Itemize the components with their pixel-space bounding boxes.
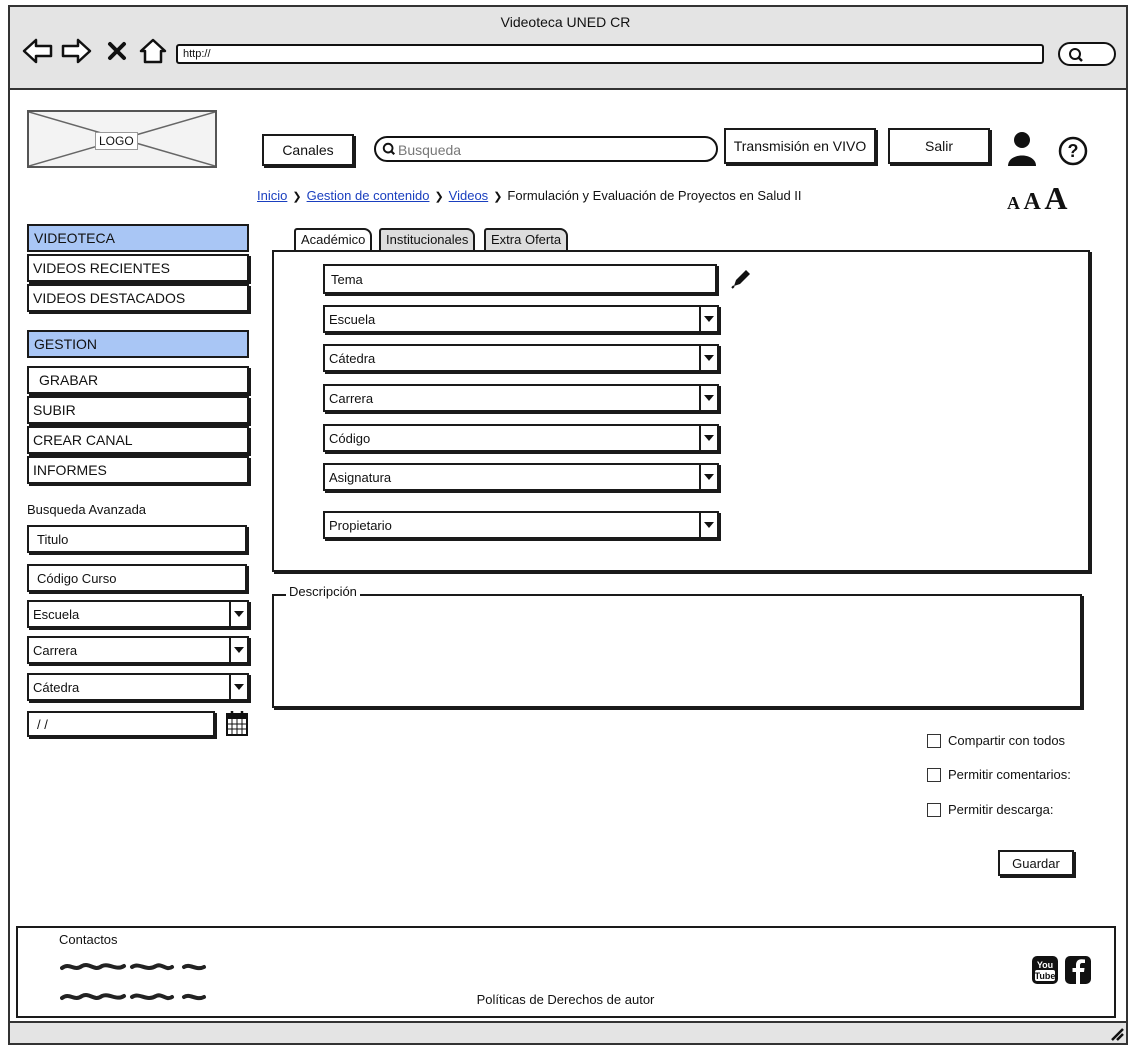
url-field[interactable]: http:// <box>176 44 1044 64</box>
contact-scribble <box>60 963 206 971</box>
tab-extra-oferta[interactable]: Extra Oferta <box>484 228 569 252</box>
chevron-down-icon <box>699 513 717 537</box>
breadcrumb: Inicio ❯ Gestion de contenido ❯ Videos ❯ Formu… <box>257 188 802 203</box>
facebook-icon[interactable] <box>1064 955 1092 985</box>
comentarios-label: Permitir comentarios: <box>948 767 1071 782</box>
calendar-icon[interactable] <box>225 709 249 737</box>
breadcrumb-inicio[interactable]: Inicio <box>257 188 287 203</box>
date-input[interactable]: / / <box>27 711 215 737</box>
chevron-down-icon <box>699 426 717 450</box>
youtube-icon[interactable]: You Tube <box>1031 955 1059 985</box>
logo-label: LOGO <box>95 132 138 150</box>
chevron-down-icon <box>229 602 247 626</box>
advanced-search-title: Busqueda Avanzada <box>27 502 147 517</box>
form-carrera-select[interactable]: Carrera <box>323 384 719 412</box>
form-asignatura-label: Asignatura <box>329 470 392 485</box>
chevron-right-icon: ❯ <box>292 191 302 203</box>
salir-button[interactable]: Salir <box>888 128 990 164</box>
stop-icon[interactable] <box>106 38 128 64</box>
font-small-button[interactable]: A <box>1007 193 1020 213</box>
politicas-link[interactable]: Políticas de Derechos de autor <box>0 992 1131 1007</box>
svg-text:?: ? <box>1068 141 1079 161</box>
form-propietario-select[interactable]: Propietario <box>323 511 719 539</box>
comentarios-checkbox[interactable] <box>927 768 941 782</box>
form-carrera-label: Carrera <box>329 391 374 406</box>
home-icon[interactable] <box>138 38 168 64</box>
form-catedra-label: Cátedra <box>329 351 376 366</box>
chevron-down-icon <box>699 346 717 370</box>
browser-search[interactable] <box>1058 42 1116 66</box>
tema-input[interactable]: Tema <box>323 264 717 294</box>
descarga-label: Permitir descarga: <box>948 802 1054 817</box>
font-size-controls: A A A <box>1007 180 1067 217</box>
tab-institucionales[interactable]: Institucionales <box>379 228 476 252</box>
catedra-select[interactable]: Cátedra <box>27 673 249 701</box>
sidebar-item-subir[interactable]: SUBIR <box>27 396 249 424</box>
svg-text:Tube: Tube <box>1035 971 1056 981</box>
compartir-checkbox[interactable] <box>927 734 941 748</box>
tab-academico[interactable]: Académico <box>294 228 373 252</box>
font-medium-button[interactable]: A <box>1024 189 1041 215</box>
sidebar-item-grabar[interactable]: GRABAR <box>27 366 249 394</box>
back-icon[interactable] <box>22 38 54 64</box>
sidebar-item-crear-canal[interactable]: CREAR CANAL <box>27 426 249 454</box>
sidebar-header-gestion[interactable]: GESTION <box>27 330 249 358</box>
browser-statusbar <box>8 1021 1128 1045</box>
form-escuela-select[interactable]: Escuela <box>323 305 719 333</box>
carrera-select-label: Carrera <box>33 643 78 658</box>
descripcion-label: Descripción <box>286 584 360 599</box>
form-codigo-label: Código <box>329 431 371 446</box>
contactos-label: Contactos <box>59 932 118 947</box>
chevron-right-icon: ❯ <box>493 191 503 203</box>
breadcrumb-gestion[interactable]: Gestion de contenido <box>307 188 430 203</box>
sidebar-item-destacados[interactable]: VIDEOS DESTACADOS <box>27 284 249 312</box>
chevron-down-icon <box>699 386 717 410</box>
breadcrumb-videos[interactable]: Videos <box>449 188 489 203</box>
chevron-down-icon <box>699 465 717 489</box>
sidebar-header-videoteca[interactable]: VIDEOTECA <box>27 224 249 252</box>
guardar-button[interactable]: Guardar <box>998 850 1074 876</box>
svg-text:You: You <box>1037 960 1053 970</box>
escuela-select-label: Escuela <box>33 607 80 622</box>
form-catedra-select[interactable]: Cátedra <box>323 344 719 372</box>
titulo-input[interactable]: Titulo <box>27 525 247 553</box>
live-button[interactable]: Transmisión en VIVO <box>724 128 876 164</box>
search-icon <box>382 142 396 156</box>
descarga-checkbox[interactable] <box>927 803 941 817</box>
form-asignatura-select[interactable]: Asignatura <box>323 463 719 491</box>
resize-grip-icon[interactable] <box>1108 1025 1124 1041</box>
font-large-button[interactable]: A <box>1044 180 1067 216</box>
pencil-icon[interactable] <box>729 267 753 291</box>
help-icon[interactable]: ? <box>1057 135 1089 167</box>
breadcrumb-current: Formulación y Evaluación de Proyectos en… <box>507 188 802 203</box>
forward-icon[interactable] <box>60 38 92 64</box>
compartir-label: Compartir con todos <box>948 733 1066 748</box>
carrera-select[interactable]: Carrera <box>27 636 249 664</box>
search-icon <box>1069 48 1083 62</box>
chevron-down-icon <box>229 638 247 662</box>
search-placeholder: Busqueda <box>398 142 462 158</box>
codigo-curso-input[interactable]: Código Curso <box>27 564 247 592</box>
sidebar-item-recientes[interactable]: VIDEOS RECIENTES <box>27 254 249 282</box>
window-title: Videoteca UNED CR <box>500 14 631 30</box>
catedra-select-label: Cátedra <box>33 680 80 695</box>
escuela-select[interactable]: Escuela <box>27 600 249 628</box>
sidebar-item-informes[interactable]: INFORMES <box>27 456 249 484</box>
chevron-right-icon: ❯ <box>434 191 444 203</box>
chevron-down-icon <box>699 307 717 331</box>
user-icon[interactable] <box>1005 130 1039 168</box>
chevron-down-icon <box>229 675 247 699</box>
form-escuela-label: Escuela <box>329 312 376 327</box>
form-propietario-label: Propietario <box>329 518 392 533</box>
form-codigo-select[interactable]: Código <box>323 424 719 452</box>
canales-button[interactable]: Canales <box>262 134 354 166</box>
descripcion-textarea[interactable] <box>272 594 1082 708</box>
